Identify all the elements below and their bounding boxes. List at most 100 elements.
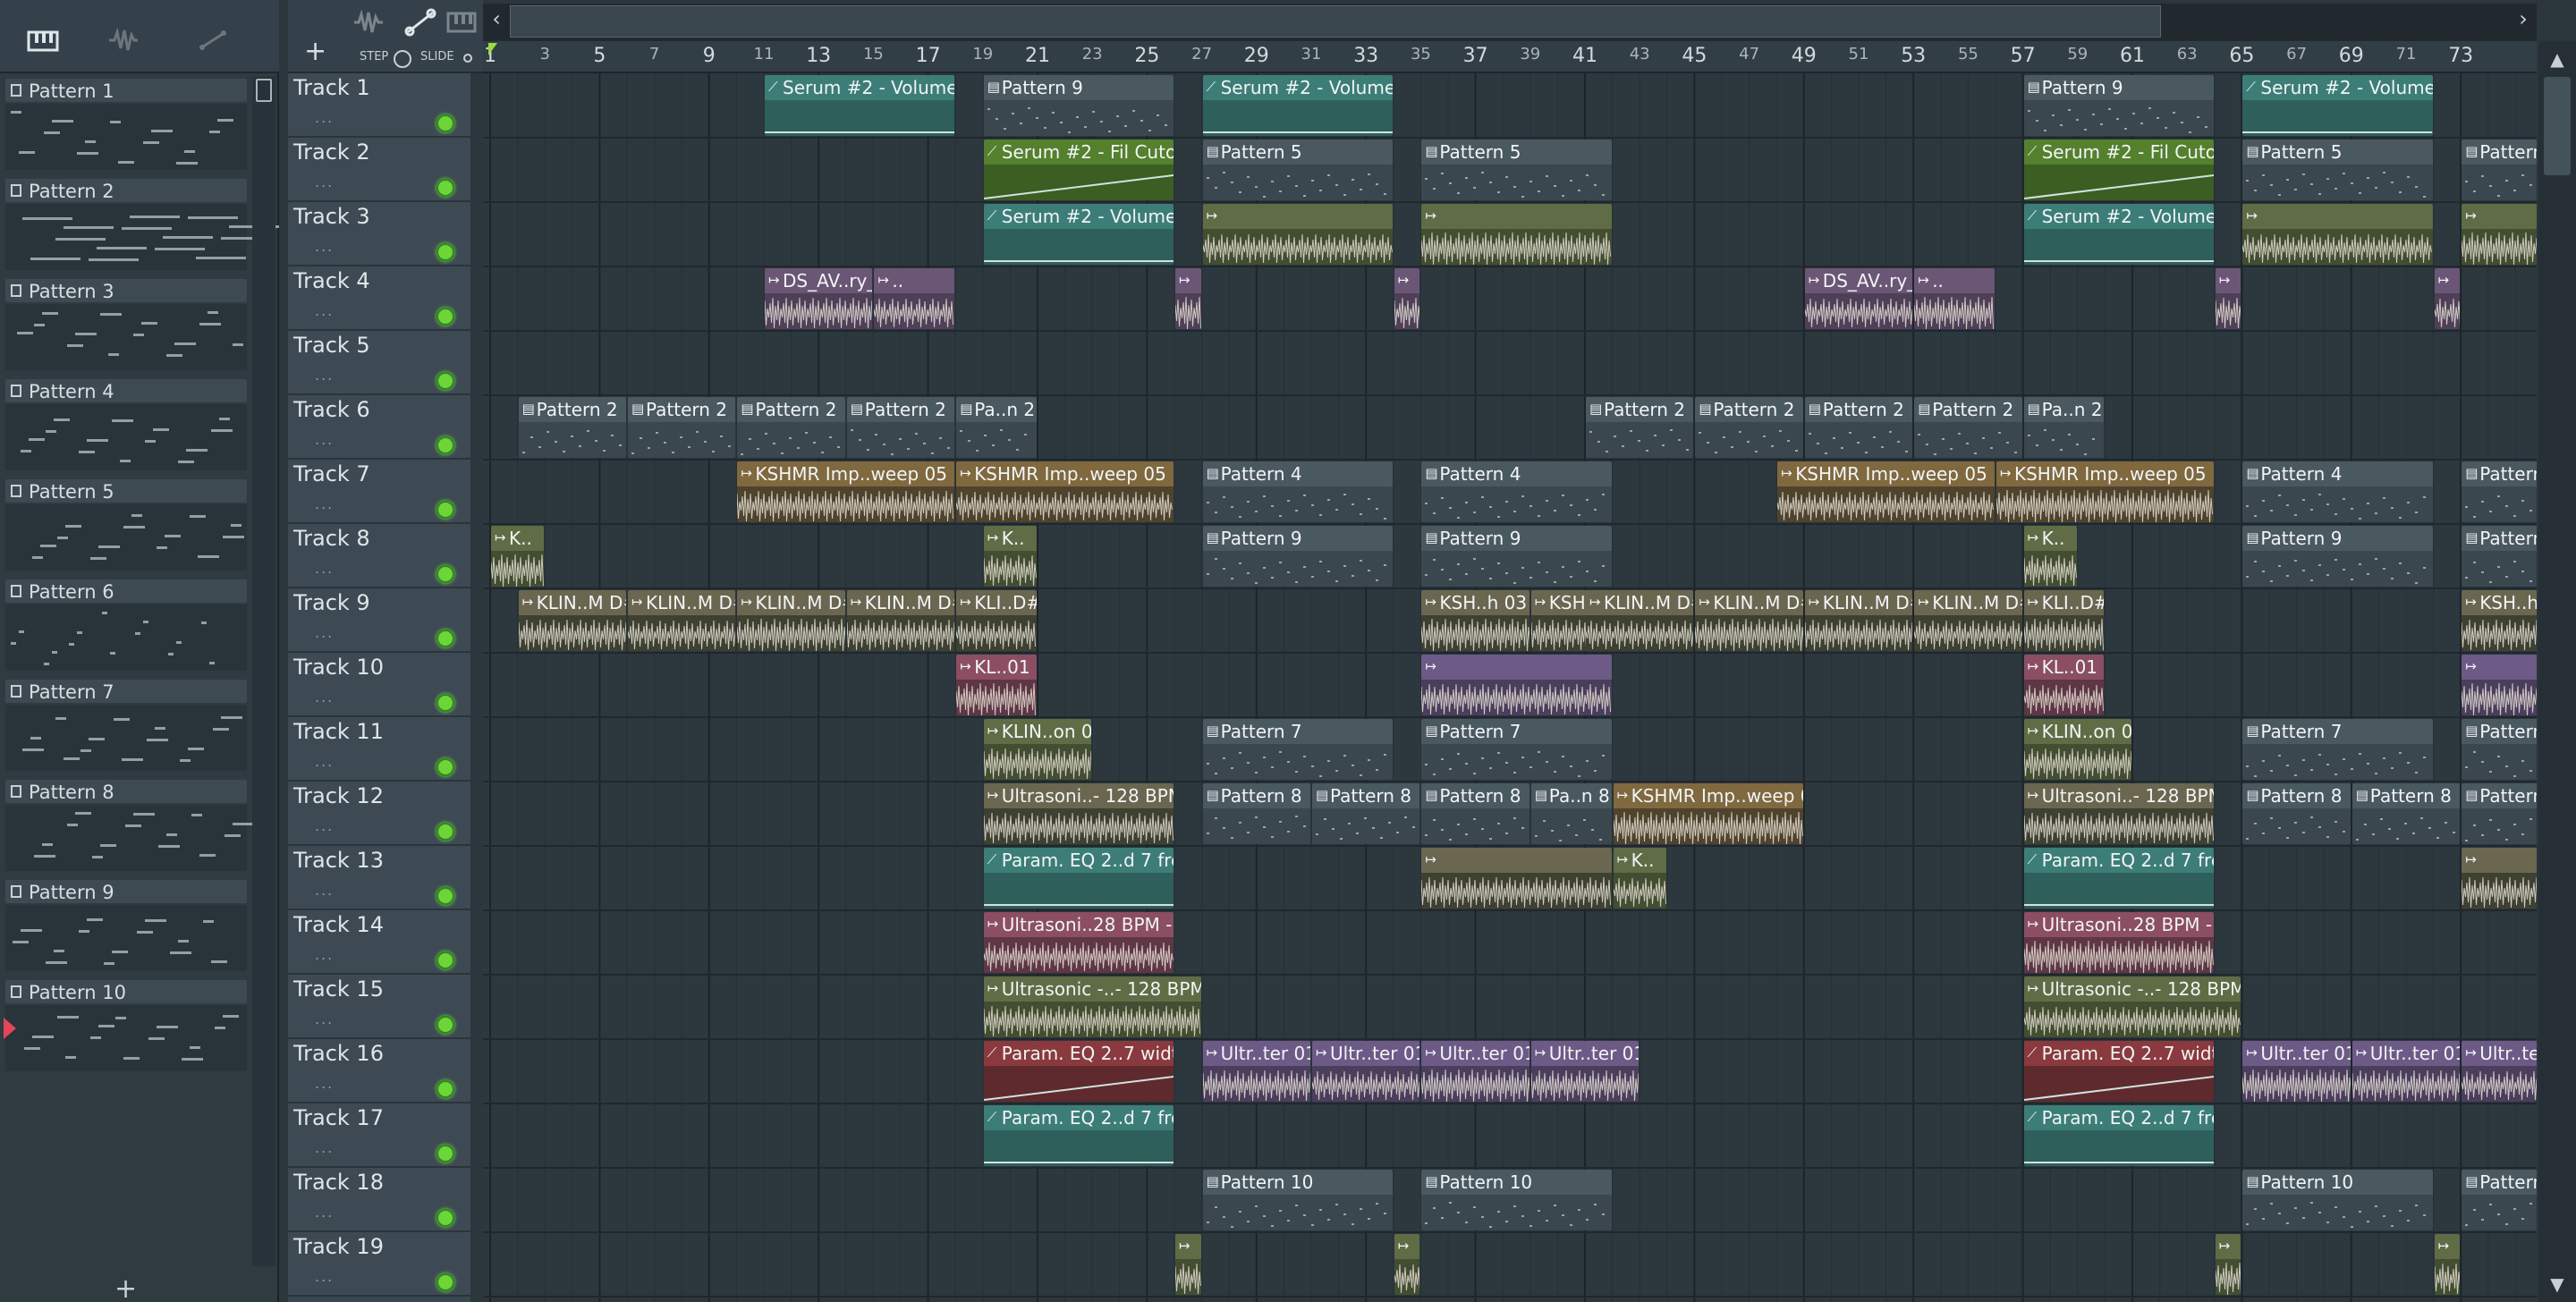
clip-header[interactable]: ▤ Pattern 2	[1804, 397, 1913, 422]
add-pattern-button[interactable]: +	[114, 1273, 137, 1302]
audio-clip[interactable]: ↦ Ultrasoni..28 BPM - A	[2023, 912, 2214, 973]
pattern-item-header[interactable]: Pattern 5	[5, 479, 247, 503]
clip-header[interactable]: ↦	[1175, 268, 1201, 293]
track-menu-dots[interactable]: ...	[315, 302, 334, 319]
audio-clip[interactable]: ↦Ultr..ter 01	[2351, 1041, 2461, 1102]
pattern-clip[interactable]: ▤Pattern 9	[2462, 526, 2537, 587]
audio-clip[interactable]: ↦	[1421, 204, 1612, 265]
clip-header[interactable]: ▤Pattern 4	[1202, 461, 1393, 486]
pattern-clip[interactable]: ▤Pattern 4	[1421, 461, 1612, 522]
pattern-clip[interactable]: ▤Pattern 8	[2242, 783, 2351, 844]
pattern-clip[interactable]: ▤Pattern 9	[2023, 75, 2214, 136]
track-name[interactable]: Track 16	[293, 1041, 384, 1066]
track-mute-led[interactable]	[436, 243, 454, 261]
clip-header[interactable]: ↦ Ultrasonic -..- 128 BPM	[2023, 976, 2241, 1002]
track-header[interactable]: Track 6...	[288, 395, 470, 460]
clip-header[interactable]: ▤Pattern 9	[2242, 526, 2433, 551]
track-mute-led[interactable]	[436, 436, 454, 454]
pattern-clip[interactable]: ▤Pattern 5	[2462, 140, 2537, 200]
clip-header[interactable]: ⟋ Serum #2 - Volume	[765, 75, 955, 100]
track-header[interactable]: Track 14...	[288, 910, 470, 975]
audio-clip[interactable]: ↦KLIN..M D#	[737, 590, 845, 651]
pattern-item-header[interactable]: Pattern 8	[5, 780, 247, 803]
track-header[interactable]: Track 13...	[288, 846, 470, 910]
track-menu-dots[interactable]: ...	[315, 238, 334, 255]
clip-header[interactable]: ⟋ Serum #2 - Fil Cutoff	[2023, 140, 2214, 165]
pattern-clip[interactable]: ▤Pattern 8	[2351, 783, 2461, 844]
clip-header[interactable]: ▤Pattern 8	[1202, 783, 1310, 808]
piano-roll-icon[interactable]	[445, 9, 478, 36]
track-header[interactable]: Track 1...	[288, 73, 470, 138]
audio-clip[interactable]: ↦	[2434, 268, 2461, 329]
automation-clip[interactable]: ⟋ Serum #2 - Fil Cutoff	[983, 140, 1174, 200]
audio-clip[interactable]: ↦..	[1914, 268, 1995, 329]
clip-header[interactable]: ▤ Pa..n 2	[956, 397, 1037, 422]
track-name[interactable]: Track 11	[293, 719, 384, 744]
audio-clip[interactable]: ↦KLIN..M D#	[1804, 590, 1913, 651]
track-header[interactable]: Track 15...	[288, 975, 470, 1039]
track-menu-dots[interactable]: ...	[315, 367, 334, 384]
scroll-right-button[interactable]: ›	[2510, 4, 2537, 34]
clip-header[interactable]: ▤ Pattern 2	[628, 397, 736, 422]
track-header[interactable]: Track 16...	[288, 1039, 470, 1103]
clip-header[interactable]: ↦Ultr..ter 01	[2351, 1041, 2461, 1066]
audio-clip[interactable]: ↦	[2215, 268, 2241, 329]
clip-header[interactable]: ↦KLIN..M D#	[1695, 590, 1803, 615]
pattern-clip[interactable]: ▤ Pattern 2	[1914, 397, 2022, 458]
track-name[interactable]: Track 9	[293, 590, 370, 615]
clip-header[interactable]: ↦ Ultrasoni..28 BPM - A	[983, 912, 1174, 937]
track-mute-led[interactable]	[436, 565, 454, 583]
clip-header[interactable]: ▤Pattern 4	[2242, 461, 2433, 486]
track-menu-dots[interactable]: ...	[315, 1075, 334, 1092]
automation-clip[interactable]: ⟋ Serum #2 - Volume	[2023, 204, 2214, 265]
pattern-clip[interactable]: ▤Pattern 8	[1312, 783, 1420, 844]
track-name[interactable]: Track 2	[293, 140, 370, 165]
clip-header[interactable]: ▤Pattern 9	[2462, 526, 2537, 551]
clip-header[interactable]: ↦Ultr..ter 01	[1421, 1041, 1530, 1066]
track-menu-dots[interactable]: ...	[315, 753, 334, 770]
audio-clip[interactable]: ↦ Ultrasoni..- 128 BPM	[2023, 783, 2214, 844]
track-header[interactable]: Track 4...	[288, 266, 470, 331]
pattern-clip[interactable]: ▤ Pa..n 2	[2023, 397, 2105, 458]
pattern-clip[interactable]: ▤ Pa..n 2	[956, 397, 1037, 458]
clip-header[interactable]: ▤Pattern 9	[1202, 526, 1393, 551]
clip-header[interactable]: ▤Pattern 10	[1421, 1170, 1612, 1195]
clip-header[interactable]: ⟋Param. EQ 2..d 7 freq	[983, 1105, 1174, 1130]
pattern-clip[interactable]: ▤Pattern 9	[1202, 526, 1393, 587]
pattern-clip[interactable]: ▤Pattern 7	[1421, 719, 1612, 780]
audio-clip[interactable]: ↦DS_AV..ry_F#m	[765, 268, 873, 329]
pattern-clip[interactable]: ▤ Pattern 2	[1695, 397, 1803, 458]
clip-header[interactable]: ↦Ultr..ter 01	[1312, 1041, 1420, 1066]
clip-header[interactable]: ▤Pattern 5	[2242, 140, 2433, 165]
track-menu-dots[interactable]: ...	[315, 624, 334, 641]
pattern-item[interactable]: Pattern 8	[5, 776, 254, 876]
clip-header[interactable]: ▤Pattern 8	[2351, 783, 2461, 808]
track-header[interactable]: Track 10...	[288, 653, 470, 717]
pattern-clip[interactable]: ▤ Pattern 2	[1586, 397, 1694, 458]
vertical-scrollbar[interactable]: ▲ ▼	[2538, 41, 2576, 1302]
clip-header[interactable]: ⟋ Param. EQ 2..7 width	[2023, 1041, 2214, 1066]
audio-clip[interactable]: ↦KLIN..M D#	[1695, 590, 1803, 651]
audio-clip[interactable]: ↦ Ultrasonic -..- 128 BPM	[983, 976, 1201, 1037]
clip-header[interactable]: ⟋Param. EQ 2..d 7 freq	[983, 848, 1174, 873]
track-name[interactable]: Track 8	[293, 526, 370, 551]
automation-clip[interactable]: ⟋Param. EQ 2..d 7 freq	[2023, 1105, 2214, 1166]
audio-clip[interactable]: ↦	[1421, 655, 1612, 715]
track-header[interactable]: Track 17...	[288, 1103, 470, 1168]
clip-header[interactable]: ⟋ Serum #2 - Volume	[2023, 204, 2214, 229]
clip-header[interactable]: ▤Pattern 9	[983, 75, 1174, 100]
waveform-icon[interactable]	[351, 9, 386, 36]
track-mute-led[interactable]	[436, 1016, 454, 1034]
audio-clip[interactable]: ↦Ultr..ter 01	[1202, 1041, 1310, 1102]
audio-clip[interactable]: ↦Ultr..ter 01	[2462, 1041, 2537, 1102]
track-menu-dots[interactable]: ...	[315, 1010, 334, 1027]
clip-header[interactable]: ↦	[2462, 655, 2537, 680]
audio-clip[interactable]: ↦KLIN..M D#	[1586, 590, 1694, 651]
audio-clip[interactable]: ↦ KL..01	[956, 655, 1037, 715]
clip-header[interactable]: ▤Pattern 8	[2462, 783, 2537, 808]
clip-header[interactable]: ↦KSH..h 03	[2462, 590, 2537, 615]
clip-header[interactable]: ⟋ Param. EQ 2..7 width	[983, 1041, 1174, 1066]
audio-clip[interactable]: ↦KSHMR Imp..weep 05	[1777, 461, 1995, 522]
clip-header[interactable]: ▤Pattern 7	[1202, 719, 1393, 744]
clip-header[interactable]: ⟋ Serum #2 - Volume	[1202, 75, 1393, 100]
